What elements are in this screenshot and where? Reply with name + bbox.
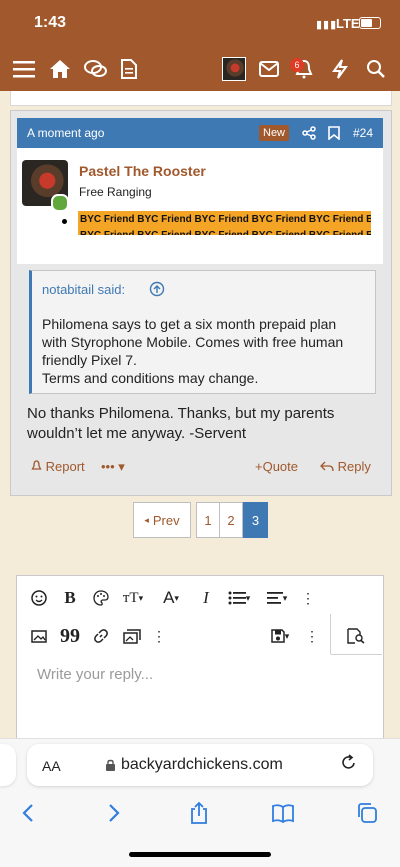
text-size-dropdown[interactable]: тT ▾: [117, 589, 149, 607]
reload-icon[interactable]: [341, 754, 357, 776]
toolbar-divider-bottom: [331, 654, 382, 655]
quote-author[interactable]: notabitail said:: [42, 282, 125, 297]
save-icon: [270, 629, 285, 643]
media-icon[interactable]: [121, 627, 143, 645]
caret-down-icon: ▾: [118, 459, 125, 474]
username[interactable]: Pastel The Rooster: [79, 163, 206, 179]
report-button[interactable]: Report: [31, 459, 85, 474]
status-time: 1:43: [34, 14, 67, 31]
reply-button[interactable]: Reply: [320, 459, 371, 474]
banner-text-repeat: BYC Friend BYC Friend BYC Friend BYC Fri…: [80, 230, 371, 235]
menu-icon[interactable]: [12, 57, 36, 81]
more-toolbar-icon[interactable]: ⋮: [152, 627, 166, 645]
link-icon[interactable]: [91, 627, 111, 645]
online-indicator: [51, 194, 69, 212]
quote-button[interactable]: +Quote: [255, 459, 298, 474]
font-icon: A: [163, 588, 175, 607]
bell-outline-icon: [31, 460, 42, 470]
mail-icon[interactable]: [257, 57, 281, 81]
friend-banner: BYC Friend BYC Friend BYC Friend BYC Fri…: [78, 211, 371, 235]
post-timestamp[interactable]: A moment ago: [27, 126, 104, 140]
tabs-icon[interactable]: [352, 798, 382, 828]
plus-icon: +: [255, 459, 263, 474]
previous-post-edge: [10, 91, 392, 106]
page-1-button[interactable]: 1: [196, 502, 220, 538]
jump-to-quote-icon[interactable]: [149, 281, 165, 302]
lightning-icon[interactable]: [328, 57, 352, 81]
bullet: [62, 219, 67, 224]
home-icon[interactable]: [48, 57, 72, 81]
top-nav: [0, 47, 400, 91]
emoji-icon[interactable]: [29, 589, 49, 607]
preview-icon[interactable]: [345, 627, 367, 645]
quote-label: Quote: [262, 459, 299, 474]
back-icon[interactable]: [13, 798, 43, 828]
address-bar[interactable]: AA backyardchickens.com: [27, 744, 373, 786]
caret-down-icon: ▾: [245, 592, 251, 603]
more-label: •••: [101, 459, 115, 474]
caret-down-icon: ▾: [138, 592, 144, 603]
list-dropdown[interactable]: ▾: [225, 589, 253, 607]
banner-text: BYC Friend BYC Friend BYC Friend BYC Fri…: [80, 214, 371, 225]
chat-icon[interactable]: [84, 57, 108, 81]
new-badge: New: [259, 125, 290, 141]
search-icon[interactable]: [364, 57, 388, 81]
reader-options-button[interactable]: AA: [42, 758, 61, 774]
align-dropdown[interactable]: ▾: [263, 589, 291, 607]
post-number[interactable]: #24: [353, 126, 373, 140]
align-icon: [266, 592, 283, 604]
prev-label: Prev: [152, 512, 180, 528]
share-icon[interactable]: [302, 126, 316, 145]
font-dropdown[interactable]: A ▾: [157, 588, 185, 607]
more-options-button[interactable]: ••• ▾: [101, 459, 125, 475]
lock-icon: [105, 758, 116, 775]
battery-icon: [359, 17, 381, 29]
bold-icon[interactable]: B: [61, 588, 79, 607]
palette-icon[interactable]: [91, 589, 111, 607]
bookmarks-icon[interactable]: [268, 798, 298, 828]
more-toolbar-icon[interactable]: ⋮: [301, 589, 315, 607]
quote-body: Philomena says to get a six month prepai…: [42, 316, 344, 386]
reply-input[interactable]: Write your reply...: [37, 666, 153, 683]
prev-page-button[interactable]: ◂ Prev: [133, 502, 191, 538]
page-2-button[interactable]: 2: [219, 502, 243, 538]
caret-down-icon: ▾: [282, 592, 288, 603]
more-toolbar-icon[interactable]: ⋮: [305, 627, 319, 645]
forward-icon[interactable]: [99, 798, 129, 828]
network-label: LTE: [336, 16, 360, 31]
reply-label: Reply: [337, 459, 371, 474]
post-message: No thanks Philomena. Thanks, but my pare…: [27, 405, 335, 442]
toolbar-divider: [330, 614, 331, 654]
share-sheet-icon[interactable]: [184, 798, 214, 828]
page-3-button[interactable]: 3: [243, 502, 268, 538]
drafts-dropdown[interactable]: ▾: [265, 627, 295, 645]
user-title: Free Ranging: [79, 185, 152, 199]
italic-icon[interactable]: I: [199, 588, 213, 607]
report-label: Report: [45, 459, 85, 474]
status-bar: 1:43 ▮▮▮ LTE: [0, 0, 400, 47]
caret-left-icon: ◂: [144, 514, 149, 525]
image-icon[interactable]: [29, 627, 49, 645]
quote-icon[interactable]: 99: [59, 625, 81, 647]
previous-tab-stub[interactable]: [0, 744, 16, 786]
alert-count-badge: 6: [290, 58, 304, 72]
signal-icon: ▮▮▮: [316, 19, 338, 31]
list-icon: [228, 591, 246, 605]
bookmark-icon[interactable]: [328, 126, 340, 145]
url-text[interactable]: backyardchickens.com: [121, 756, 283, 774]
caret-down-icon: ▾: [284, 630, 290, 641]
caret-down-icon: ▾: [174, 592, 179, 603]
account-avatar[interactable]: [222, 57, 246, 81]
text-size-icon: тT: [122, 589, 139, 606]
reply-icon: [320, 461, 334, 472]
home-indicator: [129, 852, 271, 857]
document-icon[interactable]: [117, 57, 141, 81]
quote-block: notabitail said: Philomena says to get a…: [29, 270, 376, 394]
post-header: A moment ago New #24: [17, 118, 383, 148]
